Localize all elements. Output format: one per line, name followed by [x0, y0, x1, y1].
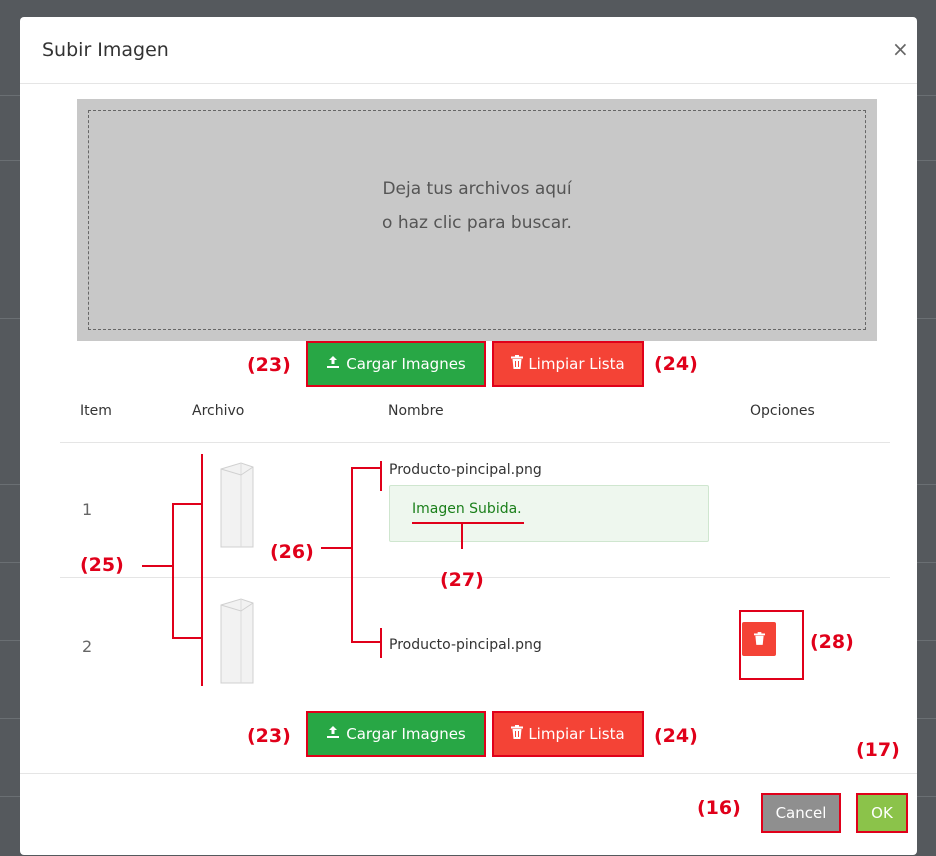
- annotation-label: (23): [247, 725, 291, 747]
- file-thumbnail: [217, 597, 257, 689]
- upload-images-button[interactable]: Cargar Imagnes: [306, 711, 486, 757]
- close-icon[interactable]: ×: [892, 37, 909, 61]
- annotation-line: [172, 503, 202, 505]
- annotation-line: [172, 637, 202, 639]
- annotation-label: (25): [80, 554, 124, 576]
- annotation-line: [351, 467, 381, 469]
- upload-button-label: Cargar Imagnes: [346, 725, 466, 743]
- clear-button-label: Limpiar Lista: [528, 725, 625, 743]
- footer-divider: [20, 773, 917, 774]
- annotation-line: [201, 454, 203, 686]
- annotation-label: (27): [440, 569, 484, 591]
- clear-list-button[interactable]: Limpiar Lista: [492, 341, 644, 387]
- header-divider: [20, 83, 917, 84]
- trash-icon: [511, 355, 524, 373]
- modal-title: Subir Imagen: [42, 39, 169, 61]
- column-header-item: Item: [80, 403, 112, 419]
- trash-icon: [511, 725, 524, 743]
- table-header-divider: [60, 442, 890, 443]
- file-dropzone[interactable]: Deja tus archivos aquí o haz clic para b…: [77, 99, 877, 341]
- column-header-archivo: Archivo: [192, 403, 245, 419]
- annotation-line: [351, 467, 353, 643]
- dropzone-text-line2: o haz clic para buscar.: [382, 213, 572, 233]
- trash-icon: [753, 630, 765, 649]
- upload-images-button[interactable]: Cargar Imagnes: [306, 341, 486, 387]
- annotation-line: [351, 641, 381, 643]
- upload-image-modal: Subir Imagen × Deja tus archivos aquí o …: [20, 17, 917, 855]
- annotation-line: [380, 628, 382, 658]
- annotation-line: [172, 503, 174, 637]
- upload-button-label: Cargar Imagnes: [346, 355, 466, 373]
- annotation-label: (16): [697, 797, 741, 819]
- delete-row-button[interactable]: [742, 622, 776, 656]
- annotation-label: (24): [654, 353, 698, 375]
- row-file-name: Producto-pincipal.png: [389, 462, 542, 478]
- ok-button[interactable]: OK: [856, 793, 908, 833]
- annotation-label: (28): [810, 631, 854, 653]
- upload-icon: [326, 725, 340, 743]
- upload-status-text: Imagen Subida.: [412, 501, 522, 517]
- clear-button-label: Limpiar Lista: [528, 355, 625, 373]
- row-file-name: Producto-pincipal.png: [389, 637, 542, 653]
- cancel-button[interactable]: Cancel: [761, 793, 841, 833]
- column-header-opciones: Opciones: [750, 403, 815, 419]
- row-item-number: 2: [82, 637, 93, 656]
- annotation-label: (26): [270, 541, 314, 563]
- annotation-label: (17): [856, 739, 900, 761]
- annotation-line: [380, 461, 382, 491]
- annotation-line: [142, 565, 173, 567]
- column-header-nombre: Nombre: [388, 403, 444, 419]
- row-item-number: 1: [82, 500, 93, 519]
- annotation-line: [321, 547, 352, 549]
- annotation-line: [461, 523, 463, 549]
- annotation-label: (23): [247, 354, 291, 376]
- annotation-label: (24): [654, 725, 698, 747]
- annotation-line: [412, 522, 524, 524]
- dropzone-text-line1: Deja tus archivos aquí: [382, 179, 572, 199]
- clear-list-button[interactable]: Limpiar Lista: [492, 711, 644, 757]
- upload-icon: [326, 355, 340, 373]
- file-thumbnail: [217, 461, 257, 553]
